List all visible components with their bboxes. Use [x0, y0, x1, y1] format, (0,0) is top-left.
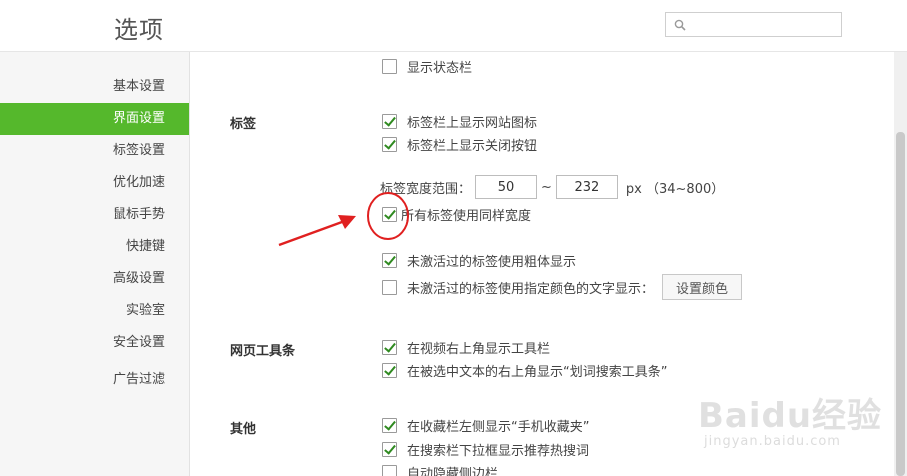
option-auto-hide-sidebar[interactable]: 自动隐藏侧边栏 — [382, 463, 498, 476]
option-label: 所有标签使用同样宽度 — [401, 208, 532, 224]
option-label: 在搜索栏下拉框显示推荐热搜词 — [407, 443, 590, 459]
set-color-button[interactable]: 设置颜色 — [662, 274, 743, 300]
checkbox-color-inactive-tabs[interactable] — [382, 279, 397, 295]
checkbox-selection-toolbar[interactable] — [382, 362, 397, 378]
option-label: 在收藏栏左侧显示“手机收藏夹” — [407, 419, 590, 435]
option-label: 在视频右上角显示工具栏 — [407, 341, 551, 357]
search-input[interactable] — [690, 15, 835, 34]
option-selection-toolbar[interactable]: 在被选中文本的右上角显示“划词搜索工具条” — [382, 361, 668, 380]
sidebar: 基本设置 界面设置 标签设置 优化加速 鼠标手势 快捷键 高级设置 实验室 安全… — [0, 52, 190, 476]
tab-width-label: 标签宽度范围： — [380, 181, 472, 197]
checkbox-mobile-favorites[interactable] — [382, 417, 397, 433]
checkbox-tab-show-favicon[interactable] — [382, 113, 397, 129]
tab-width-min-input[interactable] — [475, 175, 538, 199]
search-box[interactable] — [665, 12, 842, 37]
watermark: Baidu经验 jingyan.baidu.com — [698, 380, 898, 470]
watermark-brand: Baidu经验 — [698, 396, 883, 436]
sidebar-item-ad-filter[interactable]: 广告过滤 — [0, 364, 189, 396]
option-color-inactive-tabs[interactable]: 未激活过的标签使用指定颜色的文字显示： 设置颜色 — [382, 274, 743, 300]
checkbox-auto-hide-sidebar[interactable] — [382, 464, 397, 476]
option-label: 标签栏上显示关闭按钮 — [407, 138, 538, 154]
sidebar-item-security[interactable]: 安全设置 — [0, 327, 189, 359]
sidebar-item-mouse-gesture[interactable]: 鼠标手势 — [0, 199, 189, 231]
section-title-tabs: 标签 — [230, 117, 257, 132]
option-label: 在被选中文本的右上角显示“划词搜索工具条” — [407, 364, 668, 380]
option-label: 显示状态栏 — [407, 60, 473, 76]
checkbox-tab-show-close[interactable] — [382, 136, 397, 152]
option-hot-search[interactable]: 在搜索栏下拉框显示推荐热搜词 — [382, 440, 590, 459]
checkbox-hot-search[interactable] — [382, 441, 397, 457]
tab-width-max-input[interactable] — [555, 175, 618, 199]
sidebar-item-advanced[interactable]: 高级设置 — [0, 263, 189, 295]
option-tab-show-close[interactable]: 标签栏上显示关闭按钮 — [382, 135, 538, 154]
page-title: 选项 — [114, 16, 164, 44]
sidebar-item-shortcuts[interactable]: 快捷键 — [0, 231, 189, 263]
sidebar-item-tabs[interactable]: 标签设置 — [0, 135, 189, 167]
sidebar-item-interface[interactable]: 界面设置 — [0, 103, 189, 135]
option-label: 标签栏上显示网站图标 — [407, 115, 538, 131]
checkbox-show-statusbar[interactable] — [382, 58, 397, 74]
option-same-tab-width[interactable]: 所有标签使用同样宽度 — [382, 205, 532, 224]
watermark-url: jingyan.baidu.com — [704, 434, 841, 449]
sidebar-item-optimize[interactable]: 优化加速 — [0, 167, 189, 199]
option-label: 未激活过的标签使用粗体显示 — [407, 254, 577, 270]
checkbox-video-toolbar[interactable] — [382, 339, 397, 355]
search-icon — [674, 19, 686, 31]
sidebar-item-lab[interactable]: 实验室 — [0, 295, 189, 327]
options-header: 选项 — [0, 0, 907, 52]
option-label: 未激活过的标签使用指定颜色的文字显示： — [407, 281, 655, 297]
tab-width-separator: ~ — [541, 179, 552, 195]
tab-width-range-row: 标签宽度范围： ~ px （34~800） — [380, 175, 724, 199]
sidebar-item-basic[interactable]: 基本设置 — [0, 71, 189, 103]
checkbox-bold-inactive-tabs[interactable] — [382, 252, 397, 268]
tab-width-unit-hint: px （34~800） — [625, 181, 725, 197]
option-tab-show-favicon[interactable]: 标签栏上显示网站图标 — [382, 112, 538, 131]
option-mobile-favorites[interactable]: 在收藏栏左侧显示“手机收藏夹” — [382, 416, 590, 435]
option-video-toolbar[interactable]: 在视频右上角显示工具栏 — [382, 338, 551, 357]
option-label: 自动隐藏侧边栏 — [407, 466, 499, 476]
checkbox-same-tab-width[interactable] — [382, 206, 397, 222]
section-title-other: 其他 — [230, 422, 257, 437]
section-title-page-toolbar: 网页工具条 — [230, 344, 296, 359]
option-show-statusbar[interactable]: 显示状态栏 — [382, 57, 473, 76]
option-bold-inactive-tabs[interactable]: 未激活过的标签使用粗体显示 — [382, 251, 577, 270]
